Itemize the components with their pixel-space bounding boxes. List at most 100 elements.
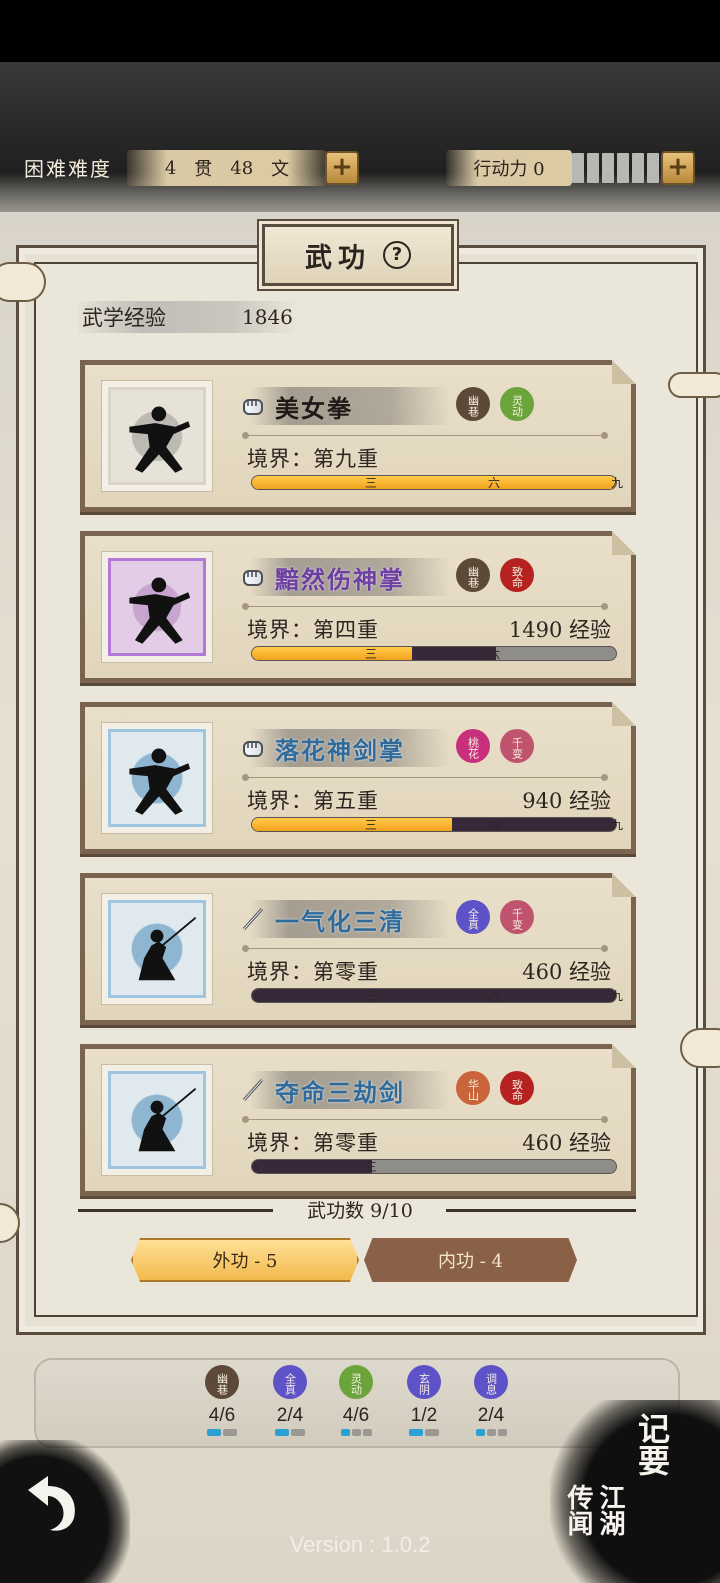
- tick-label: 三: [361, 1157, 381, 1177]
- help-icon[interactable]: ?: [383, 241, 411, 269]
- skill-xp: 1490 经验: [508, 618, 611, 642]
- skill-progress-bar: [251, 817, 617, 832]
- skill-card[interactable]: 美女拳 幽巷 灵动 境界：第九重 三 六 九: [80, 360, 636, 512]
- skill-name: 美女拳: [275, 394, 353, 423]
- trait-seal: 全真: [456, 900, 490, 934]
- trait-stat-value: 4/6: [208, 1405, 236, 1426]
- skill-xp: 940 经验: [522, 789, 611, 813]
- sword-fighter-icon: [138, 1088, 197, 1152]
- skill-progress-bar: [251, 475, 617, 490]
- trait-seal: 灵动: [500, 387, 534, 421]
- tick-label: 三: [361, 644, 381, 664]
- martial-exp-label: 武学经验: [82, 306, 166, 330]
- skill-card[interactable]: 落花神剑掌 桃花 千变 境界：第五重 940 经验 三 六 九: [80, 702, 636, 854]
- page-title-text: 武功: [305, 242, 371, 274]
- cloud-ornament-right: [680, 1028, 720, 1068]
- tick-label: 三: [361, 473, 381, 493]
- card-corner-fold: [612, 360, 636, 384]
- skill-portrait: [101, 722, 213, 834]
- action-points-display: 行动力 0: [446, 150, 572, 186]
- skill-card[interactable]: 黯然伤神掌 幽巷 致命 境界：第四重 1490 经验 三 六: [80, 531, 636, 683]
- money-display: 4 贯 48 文: [127, 150, 327, 186]
- skill-name: 落花神剑掌: [275, 736, 405, 765]
- tab-inner-skills[interactable]: 内功 - 4: [364, 1238, 577, 1282]
- skill-realm: 境界：第零重: [247, 960, 379, 984]
- trait-seal: 玄阴: [407, 1365, 441, 1399]
- skill-xp: 460 经验: [522, 960, 611, 984]
- tick-label: 九: [607, 986, 627, 1006]
- skill-portrait: [101, 893, 213, 1005]
- skill-realm: 境界：第九重: [247, 447, 379, 471]
- trait-stat-value: 2/4: [477, 1405, 505, 1426]
- skill-portrait: [101, 1064, 213, 1176]
- add-money-button[interactable]: +: [325, 151, 359, 185]
- skill-portrait: [101, 380, 213, 492]
- tab-outer-skills[interactable]: 外功 - 5: [131, 1238, 359, 1282]
- skill-xp: 460 经验: [522, 1131, 611, 1155]
- trait-stat-value: 4/6: [342, 1405, 370, 1426]
- skill-card[interactable]: 夺命三劫剑 华山 致命 境界：第零重 460 经验 三: [80, 1044, 636, 1196]
- palm-fighter-icon: [129, 577, 191, 644]
- action-points-bar: [572, 153, 659, 183]
- sword-fighter-icon: [138, 917, 197, 981]
- trait-seal: 幽巷: [456, 558, 490, 592]
- skill-realm: 境界：第四重: [247, 618, 379, 642]
- skill-card[interactable]: 一气化三清 全真 千变 境界：第零重 460 经验 三 六 九: [80, 873, 636, 1025]
- trait-seal: 华山: [456, 1071, 490, 1105]
- trait-seal: 幽巷: [205, 1365, 239, 1399]
- trait-seal: 调息: [474, 1365, 508, 1399]
- trait-seal: 全真: [273, 1365, 307, 1399]
- tick-label: 九: [607, 815, 627, 835]
- tick-label: 六: [484, 473, 504, 493]
- skill-name: 黯然伤神掌: [275, 565, 405, 594]
- trait-stat[interactable]: 幽巷 4/6: [197, 1365, 247, 1436]
- trait-seal: 致命: [500, 1071, 534, 1105]
- trait-stat[interactable]: 全真 2/4: [265, 1365, 315, 1436]
- trait-stat[interactable]: 玄阴 1/2: [399, 1365, 449, 1436]
- trait-stat[interactable]: 灵动 4/6: [331, 1365, 381, 1436]
- skill-name: 夺命三劫剑: [275, 1078, 405, 1107]
- skill-progress-bar: [251, 988, 617, 1003]
- back-arrow-icon[interactable]: [18, 1470, 84, 1536]
- skill-realm: 境界：第五重: [247, 789, 379, 813]
- trait-seal: 千变: [500, 900, 534, 934]
- tick-label: 六: [484, 986, 504, 1006]
- skill-progress-bar: [251, 646, 617, 661]
- martial-exp-row: 武学经验 1846: [78, 301, 298, 333]
- money-wen-unit: 文: [271, 159, 290, 180]
- tick-label: 九: [607, 473, 627, 493]
- skill-name: 一气化三清: [275, 907, 405, 936]
- difficulty-label: 困难难度: [24, 157, 112, 181]
- version-label: Version : 1.0.2: [289, 1532, 431, 1557]
- money-guan: 4: [164, 157, 177, 179]
- martial-exp-value: 1846: [242, 305, 293, 329]
- trait-seal: 灵动: [339, 1365, 373, 1399]
- tab-inner-label: 内功 - 4: [438, 1251, 503, 1272]
- add-action-points-button[interactable]: +: [661, 151, 695, 185]
- fist-fighter-icon: [129, 406, 191, 473]
- trait-stat-value: 2/4: [276, 1405, 304, 1426]
- tick-label: 六: [484, 815, 504, 835]
- palm-fighter-icon: [129, 748, 191, 815]
- ink-header-background: [0, 62, 720, 212]
- skill-realm: 境界：第零重: [247, 1131, 379, 1155]
- skill-portrait: [101, 551, 213, 663]
- trait-seal: 致命: [500, 558, 534, 592]
- trait-seal: 千变: [500, 729, 534, 763]
- action-points-label: 行动力 0: [473, 159, 545, 180]
- tick-label: 六: [484, 644, 504, 664]
- money-wen: 48: [230, 157, 254, 179]
- tick-label: 三: [361, 986, 381, 1006]
- cloud-ornament-left: [0, 262, 46, 302]
- skill-count: 武功数 9/10: [307, 1200, 413, 1222]
- money-guan-unit: 贯: [194, 159, 213, 180]
- notes-button[interactable]: 记要: [632, 1412, 672, 1476]
- trait-seal: 幽巷: [456, 387, 490, 421]
- skill-progress-bar: [251, 1159, 617, 1174]
- cloud-ornament-right-top: [668, 372, 720, 398]
- trait-stat-value: 1/2: [410, 1405, 438, 1426]
- tab-outer-label: 外功 - 5: [212, 1251, 278, 1272]
- trait-seal: 桃花: [456, 729, 490, 763]
- trait-stat[interactable]: 调息 2/4: [466, 1365, 516, 1436]
- tick-label: 三: [361, 815, 381, 835]
